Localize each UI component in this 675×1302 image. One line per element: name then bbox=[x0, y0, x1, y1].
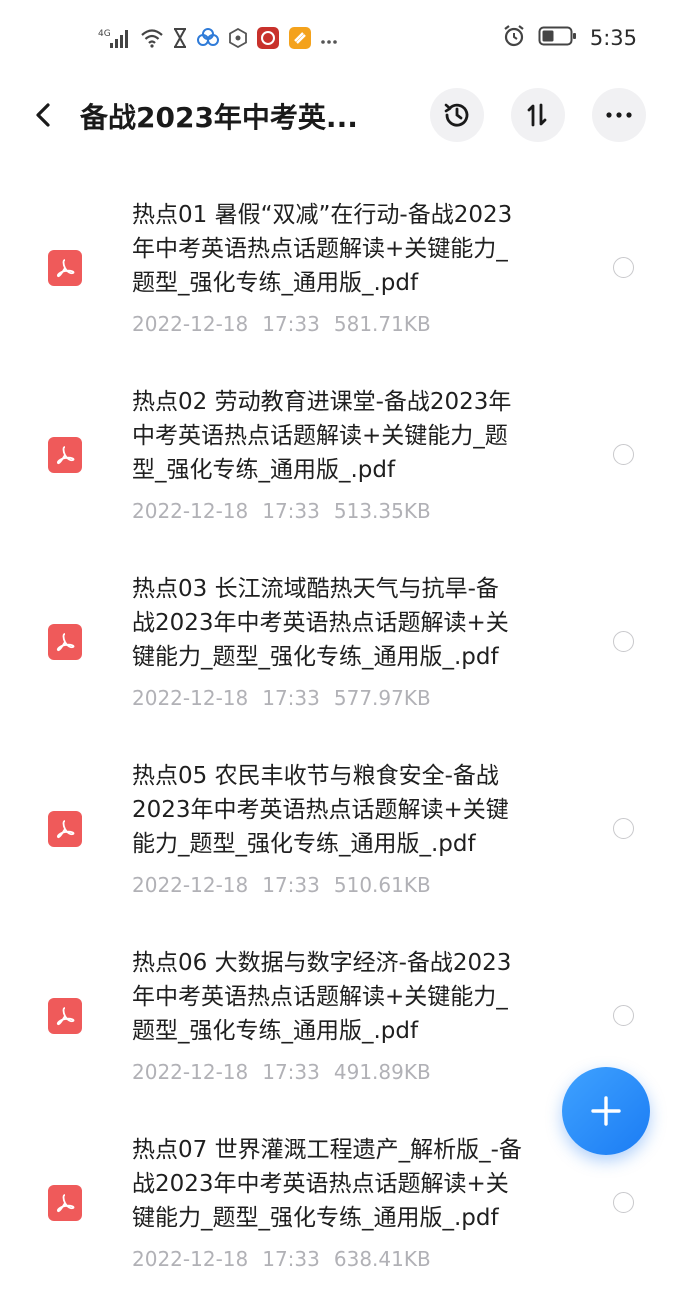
status-time: 5:35 bbox=[589, 26, 637, 50]
sort-button[interactable] bbox=[511, 88, 565, 142]
file-name: 热点07 世界灌溉工程遗产_解析版_-备 战2023年中考英语热点话题解读+关 键能… bbox=[132, 1137, 522, 1231]
file-size: 510.61KB bbox=[333, 873, 431, 897]
wifi-icon bbox=[140, 28, 164, 52]
battery-icon bbox=[538, 25, 578, 51]
signal-icon: 4G bbox=[98, 27, 132, 53]
sort-icon bbox=[527, 103, 547, 127]
status-left: 4G bbox=[98, 26, 338, 54]
file-time: 17:33 bbox=[262, 312, 320, 336]
file-date: 2022-12-18 bbox=[132, 1060, 249, 1084]
file-meta: 2022-12-18 17:33 513.35KB bbox=[132, 499, 445, 523]
select-radio[interactable] bbox=[613, 818, 634, 839]
file-date: 2022-12-18 bbox=[132, 312, 249, 336]
file-item[interactable]: 热点05 农民丰收节与粮食安全-备战 2023年中考英语热点话题解读+关键 能力_题… bbox=[0, 741, 675, 928]
more-dots-icon bbox=[320, 31, 338, 50]
file-meta: 2022-12-18 17:33 581.71KB bbox=[132, 312, 445, 336]
pdf-file-icon bbox=[48, 437, 82, 473]
svg-text:4G: 4G bbox=[98, 29, 111, 39]
alarm-icon bbox=[502, 24, 526, 52]
history-button[interactable] bbox=[430, 88, 484, 142]
file-date: 2022-12-18 bbox=[132, 1247, 249, 1271]
file-size: 491.89KB bbox=[333, 1060, 431, 1084]
select-radio[interactable] bbox=[613, 444, 634, 465]
file-date: 2022-12-18 bbox=[132, 873, 249, 897]
file-time: 17:33 bbox=[262, 1247, 320, 1271]
pdf-file-icon bbox=[48, 998, 82, 1034]
pdf-file-icon bbox=[48, 811, 82, 847]
file-time: 17:33 bbox=[262, 873, 320, 897]
file-name: 热点06 大数据与数字经济-备战2023 年中考英语热点话题解读+关键能力_ 题型_… bbox=[132, 950, 512, 1044]
file-name: 热点01 暑假“双减”在行动-备战2023 年中考英语热点话题解读+关键能力_ 题型… bbox=[132, 202, 513, 296]
app-cluster-icon bbox=[196, 28, 220, 52]
file-item[interactable]: 热点03 长江流域酷热天气与抗旱-备 战2023年中考英语热点话题解读+关 键能力_… bbox=[0, 554, 675, 741]
back-button[interactable] bbox=[28, 98, 62, 132]
file-name: 热点05 农民丰收节与粮食安全-备战 2023年中考英语热点话题解读+关键 能力_题… bbox=[132, 763, 509, 857]
pdf-file-icon bbox=[48, 250, 82, 286]
header: 备战2023年中考英... bbox=[0, 80, 675, 150]
history-icon bbox=[444, 103, 469, 127]
file-name: 热点03 长江流域酷热天气与抗旱-备 战2023年中考英语热点话题解读+关 键能力_… bbox=[132, 576, 509, 670]
hourglass-icon bbox=[172, 28, 188, 52]
more-button[interactable] bbox=[592, 88, 646, 142]
select-radio[interactable] bbox=[613, 1005, 634, 1026]
more-icon bbox=[606, 112, 632, 118]
file-item[interactable]: 热点07 世界灌溉工程遗产_解析版_-备 战2023年中考英语热点话题解读+关 键能… bbox=[0, 1115, 675, 1302]
app-orange-icon bbox=[288, 26, 312, 54]
select-radio[interactable] bbox=[613, 257, 634, 278]
file-name: 热点02 劳动教育进课堂-备战2023年 中考英语热点话题解读+关键能力_题 型_强… bbox=[132, 389, 512, 483]
hexagon-icon bbox=[228, 27, 248, 52]
add-button[interactable] bbox=[562, 1067, 650, 1155]
plus-icon bbox=[591, 1096, 621, 1126]
file-meta: 2022-12-18 17:33 491.89KB bbox=[132, 1060, 445, 1084]
select-radio[interactable] bbox=[613, 1192, 634, 1213]
file-time: 17:33 bbox=[262, 1060, 320, 1084]
file-meta: 2022-12-18 17:33 510.61KB bbox=[132, 873, 445, 897]
file-size: 581.71KB bbox=[333, 312, 431, 336]
file-meta: 2022-12-18 17:33 577.97KB bbox=[132, 686, 445, 710]
file-date: 2022-12-18 bbox=[132, 686, 249, 710]
app-red-icon bbox=[256, 26, 280, 54]
file-time: 17:33 bbox=[262, 686, 320, 710]
file-size: 513.35KB bbox=[333, 499, 431, 523]
file-size: 577.97KB bbox=[333, 686, 431, 710]
status-bar: 4G 5:35 bbox=[0, 0, 675, 80]
file-item[interactable]: 热点01 暑假“双减”在行动-备战2023 年中考英语热点话题解读+关键能力_ 题型… bbox=[0, 180, 675, 367]
file-time: 17:33 bbox=[262, 499, 320, 523]
file-size: 638.41KB bbox=[333, 1247, 431, 1271]
select-radio[interactable] bbox=[613, 631, 634, 652]
back-icon bbox=[36, 103, 50, 127]
status-right: 5:35 bbox=[502, 24, 637, 52]
file-date: 2022-12-18 bbox=[132, 499, 249, 523]
pdf-file-icon bbox=[48, 624, 82, 660]
file-item[interactable]: 热点02 劳动教育进课堂-备战2023年 中考英语热点话题解读+关键能力_题 型_强… bbox=[0, 367, 675, 554]
file-meta: 2022-12-18 17:33 638.41KB bbox=[132, 1247, 445, 1271]
pdf-file-icon bbox=[48, 1185, 82, 1221]
page-title: 备战2023年中考英... bbox=[80, 101, 358, 134]
